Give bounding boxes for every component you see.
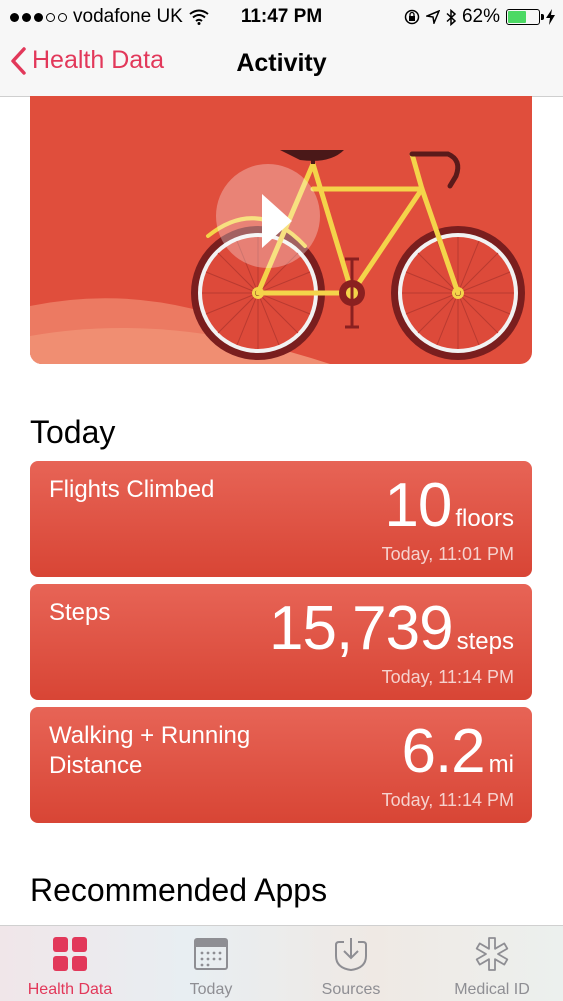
metric-card-flights-climbed[interactable]: Flights Climbed 10 floors Today, 11:01 P… xyxy=(30,461,532,577)
status-bar: vodafone UK 11:47 PM 62% xyxy=(0,0,563,34)
play-icon[interactable] xyxy=(216,164,320,268)
location-icon xyxy=(425,10,440,24)
card-label: Flights Climbed xyxy=(49,476,215,503)
calendar-icon xyxy=(194,938,228,970)
card-timestamp: Today, 11:14 PM xyxy=(381,667,514,687)
tab-label: Medical ID xyxy=(454,981,530,998)
metric-card-steps[interactable]: Steps 15,739 steps Today, 11:14 PM xyxy=(30,584,532,700)
tab-bar: Health Data Today Sources Medical ID xyxy=(0,925,563,1001)
navigation-bar: Health Data Activity xyxy=(0,34,563,97)
battery-percent: 62% xyxy=(461,6,500,27)
card-label: Steps xyxy=(49,599,111,626)
card-value: 15,739 xyxy=(268,594,454,663)
tab-label: Today xyxy=(189,981,233,998)
download-heart-icon xyxy=(335,938,367,972)
metric-card-walking-running-distance[interactable]: Walking + Running Distance 6.2 mi Today,… xyxy=(30,707,532,823)
section-heading-recommended-apps: Recommended Apps xyxy=(30,872,328,908)
lock-rotation-icon xyxy=(404,9,420,25)
page-title: Activity xyxy=(236,49,327,77)
tab-medical-id[interactable]: Medical ID xyxy=(422,926,562,1001)
bluetooth-icon xyxy=(446,8,456,26)
tab-today[interactable]: Today xyxy=(141,926,281,1001)
tab-sources[interactable]: Sources xyxy=(281,926,421,1001)
card-timestamp: Today, 11:01 PM xyxy=(381,544,514,564)
card-unit: floors xyxy=(455,505,514,532)
battery-icon xyxy=(506,9,544,25)
card-value: 10 xyxy=(384,471,452,540)
bicycle-illustration xyxy=(30,150,525,364)
tab-health-data[interactable]: Health Data xyxy=(0,926,140,1001)
activity-hero-video[interactable] xyxy=(30,96,532,364)
card-timestamp: Today, 11:14 PM xyxy=(381,790,514,810)
tab-label: Sources xyxy=(321,981,381,998)
asterisk-icon xyxy=(475,937,509,971)
section-heading-today: Today xyxy=(30,414,116,450)
grid-icon xyxy=(53,937,87,971)
card-label: Walking + Running Distance xyxy=(49,722,251,779)
tab-label: Health Data xyxy=(27,981,113,998)
card-value: 6.2 xyxy=(401,717,485,786)
charging-icon xyxy=(546,9,555,25)
card-unit: mi xyxy=(488,751,514,778)
card-unit: steps xyxy=(456,628,514,655)
